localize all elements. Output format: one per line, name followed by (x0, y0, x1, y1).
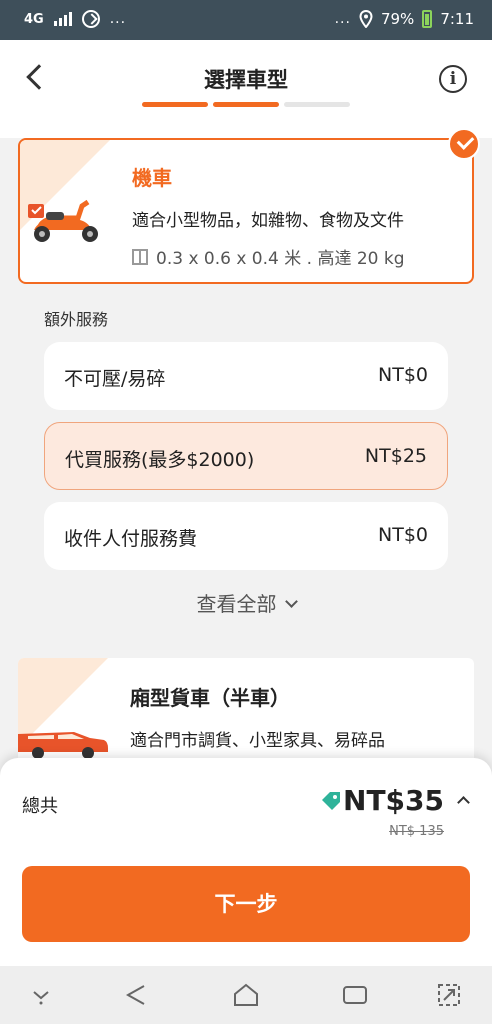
vehicle-name: 機車 (132, 166, 172, 190)
service-receiver-pays[interactable]: 收件人付服務費 NT$0 (44, 502, 448, 570)
dnd-icon (81, 10, 100, 28)
progress-step (142, 102, 208, 107)
app-header: 選擇車型 i (0, 40, 492, 138)
home-nav-icon[interactable] (231, 980, 261, 1010)
more-notifications-left: ... (109, 11, 127, 27)
extra-services-label: 額外服務 (44, 310, 109, 329)
price-summary-sheet: 總共 NT$35 NT$ 135 下一步 (0, 758, 492, 966)
system-nav-bar (0, 966, 492, 1024)
service-purchase[interactable]: 代買服務(最多$2000) NT$25 (44, 422, 448, 490)
original-price: NT$ 135 (389, 824, 444, 839)
back-nav-icon[interactable] (122, 980, 152, 1010)
view-all-label: 查看全部 (196, 592, 277, 616)
chevron-up-icon[interactable] (457, 796, 470, 809)
price-tag-icon (322, 792, 340, 810)
progress-step (284, 102, 350, 107)
more-notifications-right: ... (334, 11, 351, 27)
next-button[interactable]: 下一步 (22, 866, 470, 942)
service-price: NT$0 (378, 524, 428, 546)
battery-percent: 79% (380, 10, 415, 28)
vehicle-list: 機車 適合小型物品，如雜物、食物及文件 0.3 x 0.6 x 0.4 米 . … (0, 128, 492, 798)
page-title: 選擇車型 (204, 68, 288, 92)
rotate-screen-icon[interactable] (434, 980, 464, 1010)
view-all-button[interactable]: 查看全部 (0, 588, 492, 617)
vehicle-name: 廂型貨車（半車） (130, 686, 290, 710)
scooter-icon (28, 199, 98, 242)
total-price: NT$35 (343, 784, 444, 817)
status-bar: 4G ... ... 79% 7:11 (0, 0, 492, 40)
battery-icon (422, 10, 433, 28)
service-price: NT$25 (364, 445, 427, 467)
vehicle-description: 適合門市調貨、小型家具、易碎品 (130, 731, 385, 751)
chevron-down-icon (284, 595, 298, 608)
recents-nav-icon[interactable] (340, 980, 370, 1010)
selected-check-icon (448, 128, 480, 160)
box-icon (132, 248, 148, 265)
hide-keyboard-icon[interactable] (26, 980, 56, 1010)
location-icon (359, 10, 373, 28)
step-progress (142, 102, 350, 107)
progress-step (213, 102, 279, 107)
info-icon[interactable]: i (439, 65, 467, 93)
vehicle-description: 適合小型物品，如雜物、食物及文件 (132, 211, 404, 231)
vehicle-spec: 0.3 x 0.6 x 0.4 米 . 高達 20 kg (132, 244, 405, 269)
clock: 7:11 (440, 10, 474, 28)
service-fragile[interactable]: 不可壓/易碎 NT$0 (44, 342, 448, 410)
service-name: 不可壓/易碎 (64, 368, 166, 390)
network-type: 4G (24, 11, 44, 27)
van-icon (18, 732, 108, 759)
signal-icon (53, 12, 72, 26)
service-name: 收件人付服務費 (64, 528, 198, 550)
service-price: NT$0 (378, 364, 428, 386)
vehicle-spec-text: 0.3 x 0.6 x 0.4 米 . 高達 20 kg (156, 249, 405, 269)
total-label: 總共 (22, 796, 58, 817)
vehicle-card-scooter[interactable]: 機車 適合小型物品，如雜物、食物及文件 0.3 x 0.6 x 0.4 米 . … (18, 138, 474, 284)
service-name: 代買服務(最多$2000) (65, 449, 255, 471)
